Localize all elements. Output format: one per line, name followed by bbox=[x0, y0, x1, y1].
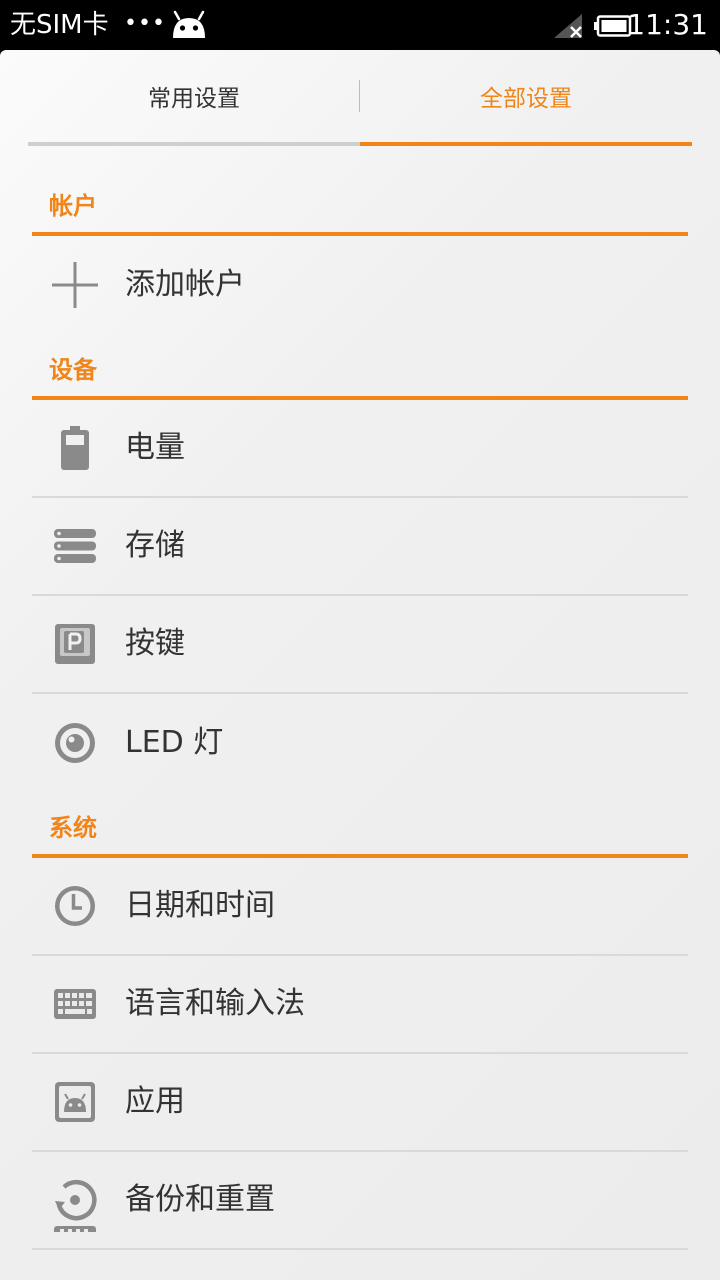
settings-page: 常用设置 全部设置 帐户 添加帐户 设备 电量 存储 按键 LED 灯 系统 日… bbox=[0, 50, 720, 1280]
keyboard-icon bbox=[54, 1226, 96, 1232]
section-header-account: 帐户 bbox=[32, 170, 688, 236]
storage-icon bbox=[54, 529, 96, 563]
settings-item-label: 添加帐户 bbox=[125, 267, 245, 302]
battery-status-icon bbox=[594, 15, 632, 37]
tab-bar: 常用设置 全部设置 bbox=[28, 50, 692, 146]
settings-item-keys[interactable]: 按键 bbox=[32, 596, 688, 694]
keys-icon bbox=[55, 624, 95, 664]
settings-item-label: 按键 bbox=[125, 626, 185, 661]
section-title: 系统 bbox=[49, 814, 97, 842]
signal-icon bbox=[554, 14, 582, 38]
settings-item-backup-reset[interactable]: 备份和重置 bbox=[32, 1152, 688, 1250]
notification-dots: ••• bbox=[124, 11, 166, 36]
apps-icon bbox=[55, 1082, 95, 1122]
settings-item-label: LED 灯 bbox=[125, 725, 224, 760]
settings-item-add-account[interactable]: 添加帐户 bbox=[32, 236, 688, 334]
status-bar: 无SIM卡 ••• 11:31 bbox=[0, 0, 720, 50]
settings-item-apps[interactable]: 应用 bbox=[32, 1054, 688, 1152]
settings-item-date-time[interactable]: 日期和时间 bbox=[32, 858, 688, 956]
section-title: 帐户 bbox=[49, 192, 97, 220]
settings-item-label: 备份和重置 bbox=[125, 1182, 275, 1217]
tab-common-settings[interactable]: 常用设置 bbox=[28, 50, 360, 142]
section-header-device: 设备 bbox=[32, 334, 688, 400]
android-icon bbox=[173, 10, 205, 38]
settings-item-storage[interactable]: 存储 bbox=[32, 498, 688, 596]
settings-item-led[interactable]: LED 灯 bbox=[32, 694, 688, 792]
clock-icon bbox=[55, 886, 95, 926]
carrier-label: 无SIM卡 bbox=[10, 10, 109, 40]
keyboard-icon bbox=[54, 989, 96, 1019]
led-icon bbox=[55, 723, 95, 763]
settings-item-battery[interactable]: 电量 bbox=[32, 400, 688, 498]
settings-item-language-input[interactable]: 语言和输入法 bbox=[32, 956, 688, 1054]
section-header-system: 系统 bbox=[32, 792, 688, 858]
tab-all-settings[interactable]: 全部设置 bbox=[360, 50, 692, 142]
tab-indicator bbox=[360, 142, 692, 146]
clock-time: 11:31 bbox=[627, 8, 708, 41]
settings-item-label: 存储 bbox=[125, 528, 185, 563]
settings-item-label: 日期和时间 bbox=[125, 888, 275, 923]
settings-item-label: 电量 bbox=[125, 430, 185, 465]
section-title: 设备 bbox=[49, 356, 97, 384]
settings-item-label: 应用 bbox=[125, 1084, 185, 1119]
battery-icon bbox=[61, 426, 89, 470]
backup-icon bbox=[55, 1179, 97, 1221]
settings-item-label: 语言和输入法 bbox=[125, 986, 305, 1021]
plus-icon bbox=[52, 262, 98, 308]
